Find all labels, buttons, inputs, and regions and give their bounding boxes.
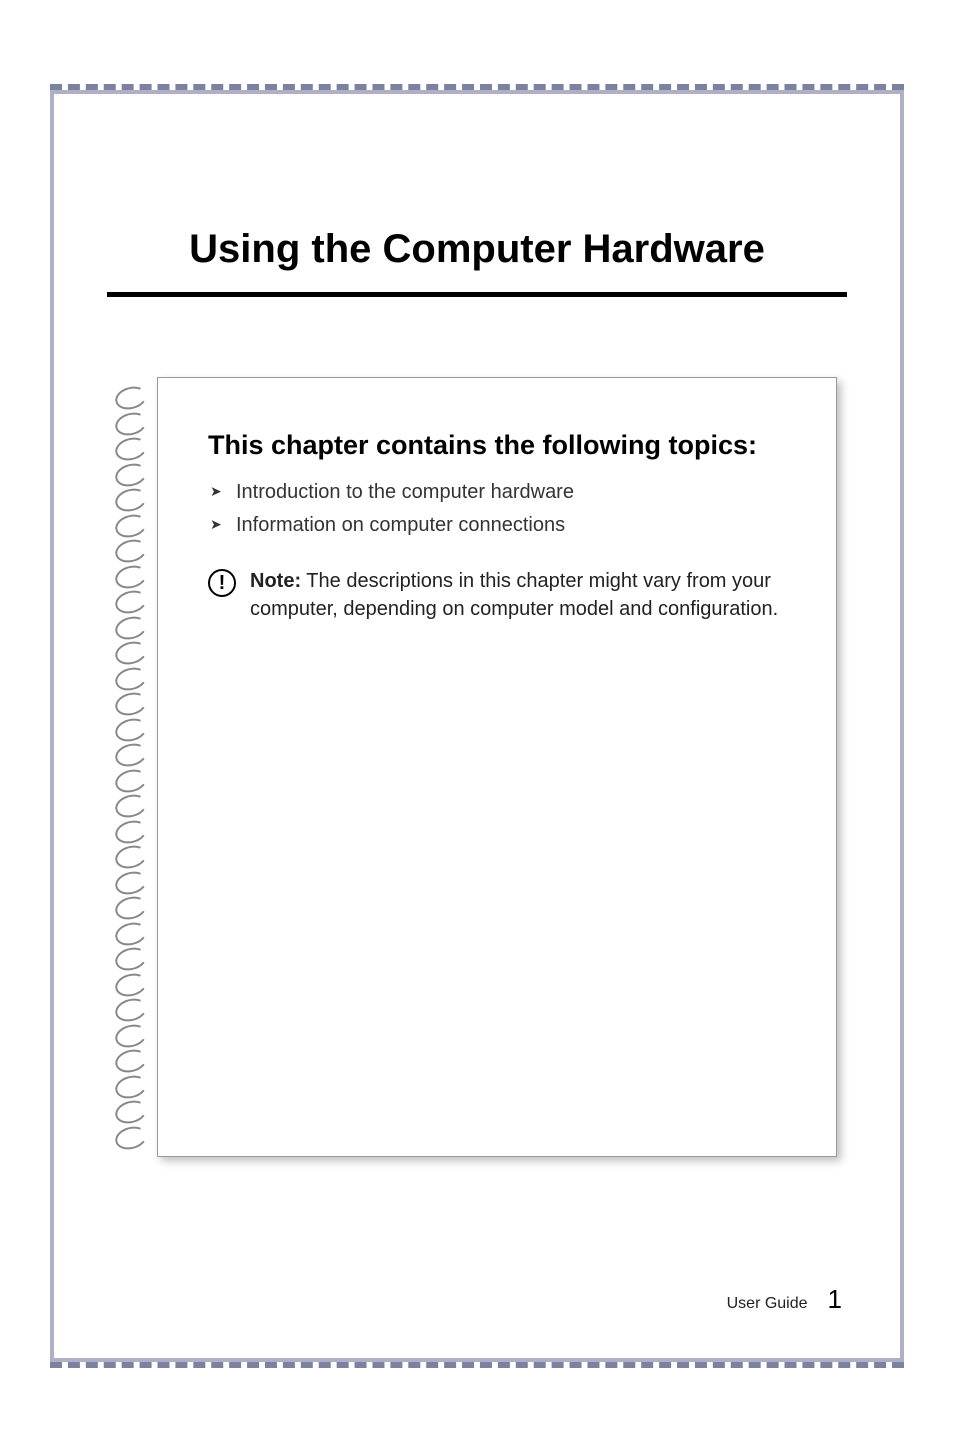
topic-item: Introduction to the computer hardware <box>208 481 796 504</box>
page-border: Using the Computer Hardware <box>50 90 904 1362</box>
content-wrapper: This chapter contains the following topi… <box>157 377 837 1157</box>
spiral-ring-icon <box>115 846 153 866</box>
spiral-ring-icon <box>115 821 153 841</box>
spiral-ring-icon <box>115 591 153 611</box>
spiral-ring-icon <box>115 642 153 662</box>
spiral-ring-icon <box>115 923 153 943</box>
spiral-ring-icon <box>115 999 153 1019</box>
spiral-ring-icon <box>115 872 153 892</box>
spiral-ring-icon <box>115 413 153 433</box>
topics-card: This chapter contains the following topi… <box>157 377 837 1157</box>
note-label: Note: <box>250 570 301 592</box>
spiral-ring-icon <box>115 770 153 790</box>
spiral-ring-icon <box>115 1025 153 1045</box>
section-heading: This chapter contains the following topi… <box>208 428 796 463</box>
spiral-ring-icon <box>115 540 153 560</box>
spiral-ring-icon <box>115 744 153 764</box>
alert-icon: ! <box>208 569 236 597</box>
page-footer: User Guide 1 <box>727 1284 842 1315</box>
note-block: ! Note: The descriptions in this chapter… <box>208 567 796 623</box>
exclamation-icon: ! <box>219 573 226 593</box>
spiral-ring-icon <box>115 693 153 713</box>
note-text: Note: The descriptions in this chapter m… <box>250 567 796 623</box>
spiral-ring-icon <box>115 1076 153 1096</box>
spiral-ring-icon <box>115 438 153 458</box>
spiral-ring-icon <box>115 668 153 688</box>
spiral-ring-icon <box>115 566 153 586</box>
spiral-binding <box>115 387 157 1147</box>
spiral-ring-icon <box>115 974 153 994</box>
topic-list: Introduction to the computer hardware In… <box>208 481 796 537</box>
spiral-ring-icon <box>115 1101 153 1121</box>
spiral-ring-icon <box>115 515 153 535</box>
spiral-ring-icon <box>115 489 153 509</box>
spiral-ring-icon <box>115 464 153 484</box>
footer-label: User Guide <box>727 1295 808 1313</box>
note-body: The descriptions in this chapter might v… <box>250 570 778 620</box>
spiral-ring-icon <box>115 795 153 815</box>
spiral-ring-icon <box>115 948 153 968</box>
spiral-ring-icon <box>115 897 153 917</box>
spiral-ring-icon <box>115 617 153 637</box>
spiral-ring-icon <box>115 1050 153 1070</box>
top-dashed-border <box>50 84 904 94</box>
page-number: 1 <box>828 1284 842 1315</box>
spiral-ring-icon <box>115 387 153 407</box>
page-content: Using the Computer Hardware <box>57 97 897 1355</box>
chapter-title: Using the Computer Hardware <box>87 227 867 272</box>
topic-item: Information on computer connections <box>208 514 796 537</box>
bottom-dashed-border <box>50 1358 904 1368</box>
spiral-ring-icon <box>115 719 153 739</box>
spiral-ring-icon <box>115 1127 153 1147</box>
title-underline <box>107 292 847 297</box>
